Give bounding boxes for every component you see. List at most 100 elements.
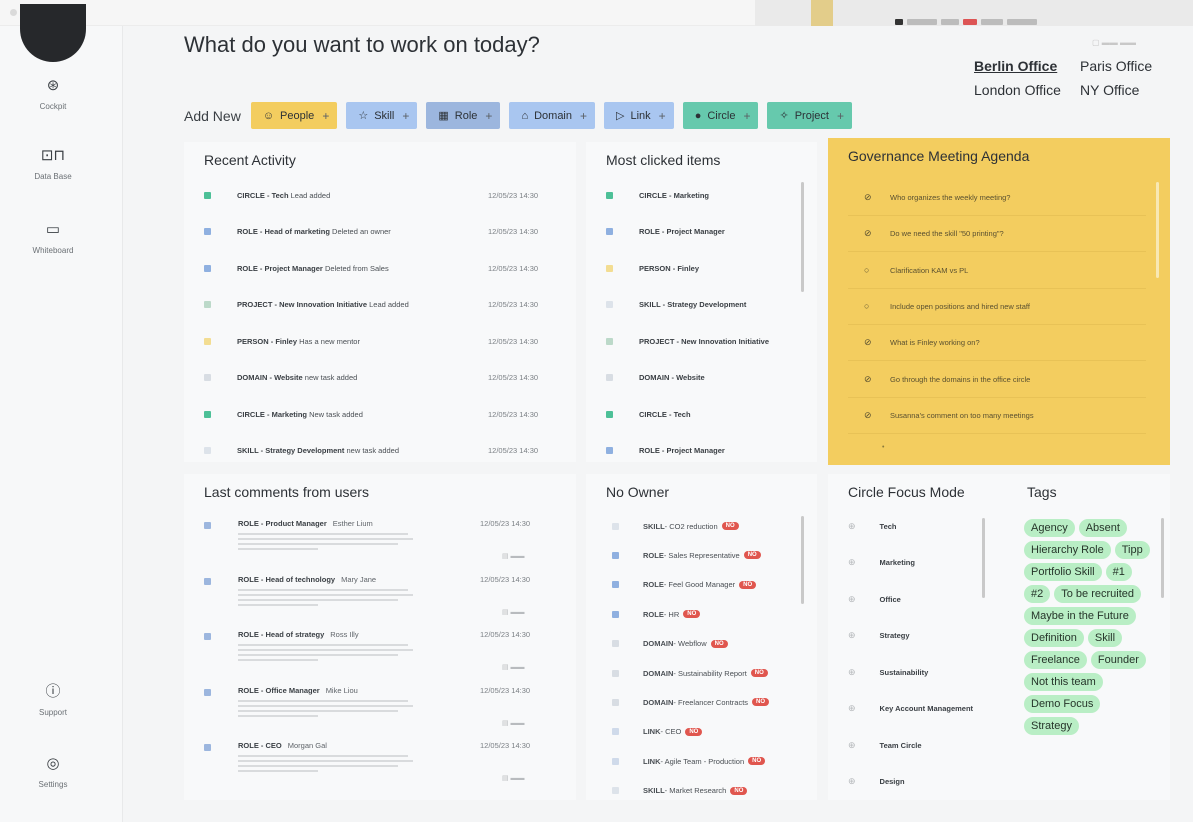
no-owner-row[interactable]: SKILL - Market Research NO bbox=[586, 777, 817, 805]
office-paris[interactable]: Paris Office bbox=[1080, 58, 1170, 74]
circle-focus-item[interactable]: ⊕ Design bbox=[828, 764, 978, 800]
activity-row[interactable]: PERSON - Finley Has a new mentor 12/05/23… bbox=[184, 326, 576, 356]
no-owner-row[interactable]: LINK - CEO NO bbox=[586, 718, 817, 746]
reply-icon[interactable]: ▤ ▬▬ bbox=[502, 774, 525, 782]
empty-circle-icon[interactable]: ○ bbox=[864, 301, 880, 311]
tag-chip[interactable]: Absent bbox=[1078, 519, 1127, 537]
type-icon bbox=[612, 728, 619, 736]
circle-focus-item[interactable]: ⊕ Key Account Management bbox=[828, 691, 978, 727]
tag-chip[interactable]: Portfolio Skill bbox=[1024, 563, 1102, 581]
tag-chip[interactable]: Freelance bbox=[1024, 651, 1087, 669]
tag-chip[interactable]: #2 bbox=[1024, 585, 1051, 603]
circle-focus-item[interactable]: ⊕ Tech bbox=[828, 508, 978, 544]
scrollbar[interactable] bbox=[801, 516, 804, 604]
tag-chip[interactable]: Not this team bbox=[1024, 673, 1103, 691]
add-people-button[interactable]: ☺ People + bbox=[250, 102, 338, 129]
activity-row[interactable]: SKILL - Strategy Development new task ad… bbox=[184, 436, 576, 466]
no-owner-row[interactable]: DOMAIN - Freelancer Contracts NO bbox=[586, 688, 817, 716]
scrollbar[interactable] bbox=[801, 182, 804, 292]
no-owner-row[interactable]: ROLE - HR NO bbox=[586, 600, 817, 628]
sidebar-item-support[interactable]: ⓘ Support bbox=[0, 684, 106, 718]
comment-item[interactable]: ROLE - Product Manager Esther Lium 12/05/2… bbox=[184, 516, 576, 572]
tag-chip[interactable]: Agency bbox=[1024, 519, 1075, 537]
add-circle-button[interactable]: ● Circle + bbox=[682, 102, 759, 129]
sidebar-item-database[interactable]: ⊡⊓ Data Base bbox=[0, 148, 106, 182]
circle-focus-item[interactable]: ⊕ Sustainability bbox=[828, 654, 978, 690]
check-circle-icon[interactable]: ⊘ bbox=[864, 228, 880, 239]
clicked-item-row[interactable]: DOMAIN - Website bbox=[586, 363, 817, 393]
no-owner-row[interactable]: DOMAIN - Webflow NO bbox=[586, 630, 817, 658]
clicked-item-row[interactable]: ROLE - Project Manager bbox=[586, 436, 817, 466]
no-owner-row[interactable]: ROLE - Sales Representative NO bbox=[586, 541, 817, 569]
agenda-item[interactable]: ○ Clarification KAM vs PL bbox=[848, 253, 1146, 289]
activity-row[interactable]: ROLE - Project Manager Deleted from Sale… bbox=[184, 253, 576, 283]
tag-chip[interactable]: To be recruited bbox=[1054, 585, 1142, 603]
tag-chip[interactable]: Skill bbox=[1087, 629, 1123, 647]
activity-row[interactable]: CIRCLE - Marketing New task added 12/05/2… bbox=[184, 399, 576, 429]
tag-chip[interactable]: #1 bbox=[1105, 563, 1132, 581]
add-domain-button[interactable]: ⌂ Domain + bbox=[509, 102, 596, 129]
reply-icon[interactable]: ▤ ▬▬ bbox=[502, 608, 525, 616]
activity-row[interactable]: PROJECT - New Innovation Initiative Lead… bbox=[184, 290, 576, 320]
scrollbar[interactable] bbox=[982, 518, 985, 598]
clicked-item-row[interactable]: CIRCLE - Tech bbox=[586, 399, 817, 429]
office-london[interactable]: London Office bbox=[974, 82, 1080, 98]
clicked-item-row[interactable]: PERSON - Finley bbox=[586, 253, 817, 283]
tag-chip[interactable]: Founder bbox=[1090, 651, 1146, 669]
add-project-button[interactable]: ✧ Project + bbox=[767, 102, 852, 129]
agenda-item[interactable]: ⊘ Go through the domains in the office ci… bbox=[848, 362, 1146, 398]
no-owner-row[interactable]: SKILL - CO2 reduction NO bbox=[586, 512, 817, 540]
sidebar-item-whiteboard[interactable]: ▭ Whiteboard bbox=[0, 222, 106, 256]
comment-item[interactable]: ROLE - CEO Morgan Gal 12/05/23 14:30 ▤ ▬▬ bbox=[184, 738, 576, 794]
reply-icon[interactable]: ▤ ▬▬ bbox=[502, 552, 525, 560]
circle-focus-item[interactable]: ⊕ Office bbox=[828, 581, 978, 617]
scrollbar[interactable] bbox=[1156, 182, 1159, 278]
avatar[interactable] bbox=[20, 4, 86, 62]
clicked-item-row[interactable]: PROJECT - New Innovation Initiative bbox=[586, 326, 817, 356]
add-skill-button[interactable]: ☆ Skill + bbox=[346, 102, 418, 129]
comment-item[interactable]: ROLE - Head of technology Mary Jane 12/05/… bbox=[184, 572, 576, 628]
no-owner-row[interactable]: DOMAIN - Sustainability Report NO bbox=[586, 659, 817, 687]
sidebar-item-cockpit[interactable]: ⊛ Cockpit bbox=[0, 78, 106, 112]
comment-body bbox=[238, 588, 418, 609]
comment-item[interactable]: ROLE - Office Manager Mike Liou 12/05/23 1… bbox=[184, 683, 576, 739]
check-circle-icon[interactable]: ⊘ bbox=[864, 192, 880, 203]
agenda-item[interactable]: ○ Include open positions and hired new st… bbox=[848, 289, 1146, 325]
agenda-item[interactable]: ⊘ Who organizes the weekly meeting? bbox=[848, 180, 1146, 216]
add-role-button[interactable]: ▦ Role + bbox=[426, 102, 501, 129]
activity-row[interactable]: DOMAIN - Website new task added 12/05/23 … bbox=[184, 363, 576, 393]
item-name: - CEO bbox=[660, 727, 682, 737]
reply-icon[interactable]: ▤ ▬▬ bbox=[502, 663, 525, 671]
activity-row[interactable]: CIRCLE - Tech Lead added 12/05/23 14:30 bbox=[184, 180, 576, 210]
circle-focus-item[interactable]: ⊕ Strategy bbox=[828, 618, 978, 654]
clicked-item-row[interactable]: ROLE - Project Manager bbox=[586, 217, 817, 247]
comment-item[interactable]: ROLE - Head of strategy Ross Illy 12/05/23… bbox=[184, 627, 576, 683]
office-ny[interactable]: NY Office bbox=[1080, 82, 1170, 98]
tag-chip[interactable]: Hierarchy Role bbox=[1024, 541, 1111, 559]
circle-focus-item[interactable]: ⊕ Marketing bbox=[828, 545, 978, 581]
no-owner-row[interactable]: ROLE - Feel Good Manager NO bbox=[586, 571, 817, 599]
activity-row[interactable]: ROLE - Head of marketing Deleted an owne… bbox=[184, 217, 576, 247]
tag-chip[interactable]: Maybe in the Future bbox=[1024, 607, 1136, 625]
scrollbar[interactable] bbox=[1161, 518, 1164, 598]
add-link-button[interactable]: ▷ Link + bbox=[604, 102, 674, 129]
more-indicator[interactable]: • bbox=[882, 444, 884, 451]
check-circle-icon[interactable]: ⊘ bbox=[864, 410, 880, 421]
circle-focus-item[interactable]: ⊕ Team Circle bbox=[828, 727, 978, 763]
check-circle-icon[interactable]: ⊘ bbox=[864, 374, 880, 385]
empty-circle-icon[interactable]: ○ bbox=[864, 265, 880, 275]
clicked-item-row[interactable]: SKILL - Strategy Development bbox=[586, 290, 817, 320]
agenda-item[interactable]: ⊘ Do we need the skill "50 printing"? bbox=[848, 216, 1146, 253]
reply-icon[interactable]: ▤ ▬▬ bbox=[502, 719, 525, 727]
tag-chip[interactable]: Strategy bbox=[1024, 717, 1079, 735]
no-owner-row[interactable]: LINK - Agile Team - Production NO bbox=[586, 747, 817, 775]
tag-chip[interactable]: Tipp bbox=[1114, 541, 1150, 559]
tag-chip[interactable]: Definition bbox=[1024, 629, 1084, 647]
clicked-item-row[interactable]: CIRCLE - Marketing bbox=[586, 180, 817, 210]
tag-chip[interactable]: Demo Focus bbox=[1024, 695, 1101, 713]
check-circle-icon[interactable]: ⊘ bbox=[864, 337, 880, 348]
sidebar-item-settings[interactable]: ◎ Settings bbox=[0, 756, 106, 790]
agenda-item[interactable]: ⊘ Susanna's comment on too many meetings bbox=[848, 398, 1146, 434]
agenda-item[interactable]: ⊘ What is Finley working on? bbox=[848, 325, 1146, 362]
office-berlin[interactable]: Berlin Office bbox=[974, 58, 1080, 74]
